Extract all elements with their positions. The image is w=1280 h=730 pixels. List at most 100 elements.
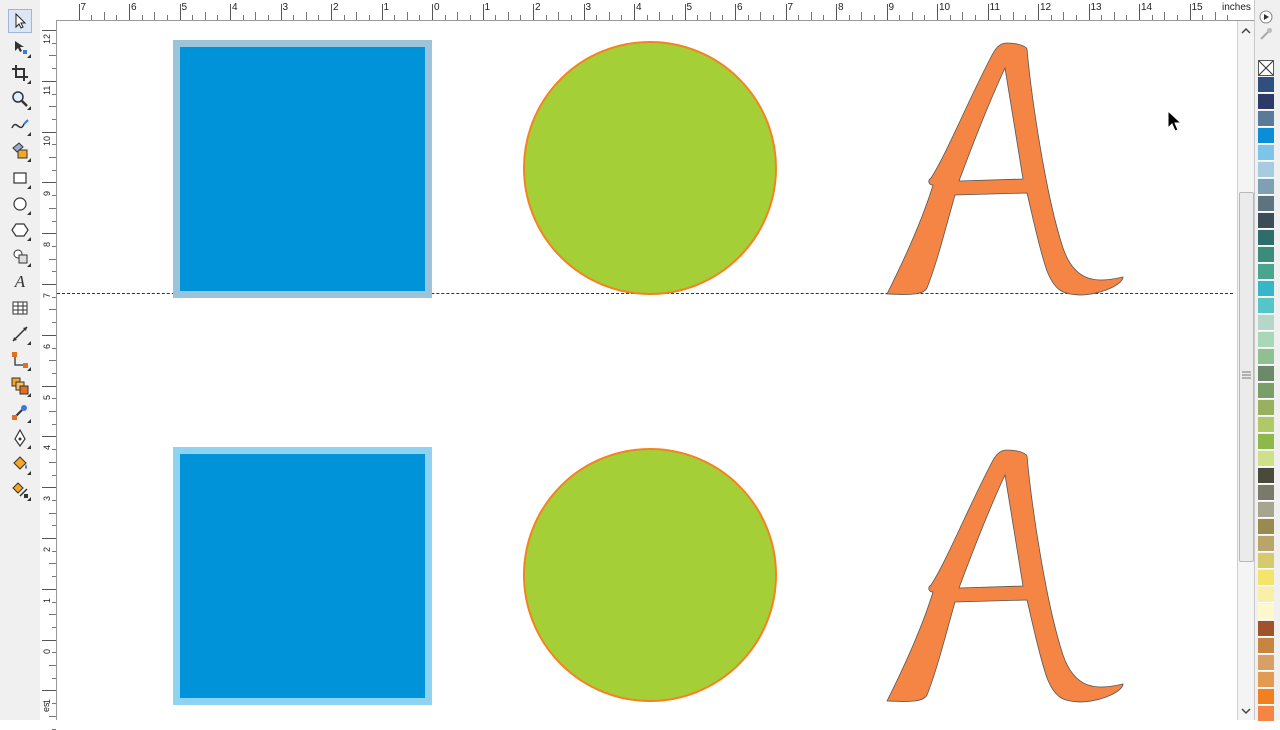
ruler-minor-tick	[974, 15, 976, 20]
ruler-minor-tick	[52, 550, 56, 552]
color-swatch[interactable]	[1258, 400, 1274, 416]
freehand-tool[interactable]	[9, 114, 31, 136]
ruler-tick-label: 1	[484, 2, 491, 13]
ruler-minor-tick	[204, 12, 206, 20]
ruler-minor-tick	[52, 576, 56, 578]
color-swatch[interactable]	[1258, 162, 1274, 178]
blue-square-bottom[interactable]	[173, 447, 432, 705]
blend-tool[interactable]	[9, 375, 31, 397]
color-swatch[interactable]	[1258, 247, 1274, 263]
scrollbar-thumb[interactable]	[1239, 192, 1254, 562]
palette-scroll-up-icon[interactable]	[1259, 10, 1273, 24]
color-swatch[interactable]	[1258, 94, 1274, 110]
ruler-minor-tick	[520, 15, 522, 20]
color-swatch[interactable]	[1258, 536, 1274, 552]
color-swatch[interactable]	[1258, 570, 1274, 586]
color-swatch[interactable]	[1258, 468, 1274, 484]
color-swatch[interactable]	[1258, 502, 1274, 518]
ruler-minor-tick	[49, 55, 56, 57]
vertical-scrollbar[interactable]	[1237, 21, 1254, 720]
orange-letter-a-top[interactable]	[886, 42, 1124, 296]
no-color-swatch[interactable]	[1258, 60, 1274, 76]
ruler-minor-tick	[1000, 15, 1002, 20]
connector-tool[interactable]	[9, 349, 31, 371]
ruler-minor-tick	[1214, 12, 1216, 20]
color-swatch[interactable]	[1258, 315, 1274, 331]
ruler-minor-tick	[1025, 15, 1027, 20]
color-swatch[interactable]	[1258, 145, 1274, 161]
green-circle-top[interactable]	[523, 41, 777, 295]
pick-tool[interactable]	[8, 9, 32, 33]
ruler-minor-tick	[52, 322, 56, 324]
ruler-tick-label: 15	[1191, 2, 1203, 13]
ellipse-tool[interactable]	[9, 193, 31, 215]
ruler-minor-tick	[406, 12, 408, 20]
dimension-tool[interactable]	[9, 323, 31, 345]
color-swatch[interactable]	[1258, 655, 1274, 671]
color-swatch[interactable]	[1258, 281, 1274, 297]
color-swatch[interactable]	[1258, 230, 1274, 246]
interactive-fill-tool[interactable]	[9, 479, 31, 501]
ruler-minor-tick	[823, 15, 825, 20]
color-swatch[interactable]	[1258, 383, 1274, 399]
polygon-tool[interactable]	[9, 219, 31, 241]
ruler-minor-tick	[52, 449, 56, 451]
green-circle-bottom[interactable]	[523, 448, 777, 702]
color-palette	[1254, 0, 1280, 722]
color-swatch[interactable]	[1258, 111, 1274, 127]
color-swatch[interactable]	[1258, 587, 1274, 603]
ruler-tick-label: 4	[232, 2, 238, 13]
color-swatch[interactable]	[1258, 264, 1274, 280]
orange-letter-a-bottom[interactable]	[886, 449, 1124, 703]
color-swatch[interactable]	[1258, 689, 1274, 705]
shape-tool[interactable]	[9, 36, 31, 58]
ruler-minor-tick	[356, 12, 358, 20]
zoom-tool[interactable]	[9, 88, 31, 110]
color-swatch[interactable]	[1258, 672, 1274, 688]
color-swatch[interactable]	[1258, 332, 1274, 348]
color-swatch[interactable]	[1258, 213, 1274, 229]
ruler-minor-tick	[444, 15, 446, 20]
color-swatch[interactable]	[1258, 485, 1274, 501]
ruler-major-tick	[583, 4, 585, 20]
color-swatch[interactable]	[1258, 77, 1274, 93]
crop-tool[interactable]	[9, 62, 31, 84]
outline-tool[interactable]	[9, 427, 31, 449]
drawing-canvas[interactable]	[57, 21, 1237, 720]
ruler-major-tick	[280, 4, 282, 20]
text-tool[interactable]: A	[9, 271, 31, 293]
ruler-minor-tick	[49, 715, 56, 717]
color-swatch[interactable]	[1258, 366, 1274, 382]
color-swatch[interactable]	[1258, 621, 1274, 637]
rectangle-tool[interactable]	[9, 167, 31, 189]
color-swatch[interactable]	[1258, 638, 1274, 654]
smart-fill-tool[interactable]	[9, 140, 31, 162]
color-swatch[interactable]	[1258, 434, 1274, 450]
color-swatch[interactable]	[1258, 604, 1274, 620]
horizontal-ruler[interactable]: inches 7 6 5 4 3 2 1 0 1 2 3 4 5 6 7 8 9 10 11 12 13 14 15	[40, 0, 1254, 21]
color-swatch[interactable]	[1258, 179, 1274, 195]
scroll-up-arrow-icon[interactable]	[1241, 27, 1251, 35]
scroll-down-arrow-icon[interactable]	[1241, 707, 1251, 715]
eyedropper-tool[interactable]	[9, 401, 31, 423]
ruler-tick-label: 10	[42, 135, 52, 146]
table-tool[interactable]	[9, 297, 31, 319]
color-swatch[interactable]	[1258, 519, 1274, 535]
eyedropper-palette-icon[interactable]	[1259, 27, 1273, 41]
color-swatch[interactable]	[1258, 417, 1274, 433]
fill-tool[interactable]	[9, 453, 31, 475]
color-swatch[interactable]	[1258, 451, 1274, 467]
color-swatch[interactable]	[1258, 553, 1274, 569]
ruler-minor-tick	[217, 15, 219, 20]
vertical-ruler[interactable]: es 12 11 10 9 8 7 6 5 4 3 2 1 0 1	[40, 20, 57, 730]
ruler-minor-tick	[52, 195, 56, 197]
color-swatch[interactable]	[1258, 196, 1274, 212]
color-swatch[interactable]	[1258, 128, 1274, 144]
ruler-tick-label: 1	[42, 699, 52, 705]
color-swatch[interactable]	[1258, 349, 1274, 365]
ruler-minor-tick	[924, 15, 926, 20]
ruler-major-tick	[42, 385, 56, 387]
color-swatch[interactable]	[1258, 298, 1274, 314]
blue-square-top[interactable]	[173, 40, 432, 298]
basic-shapes-tool[interactable]	[9, 245, 31, 267]
